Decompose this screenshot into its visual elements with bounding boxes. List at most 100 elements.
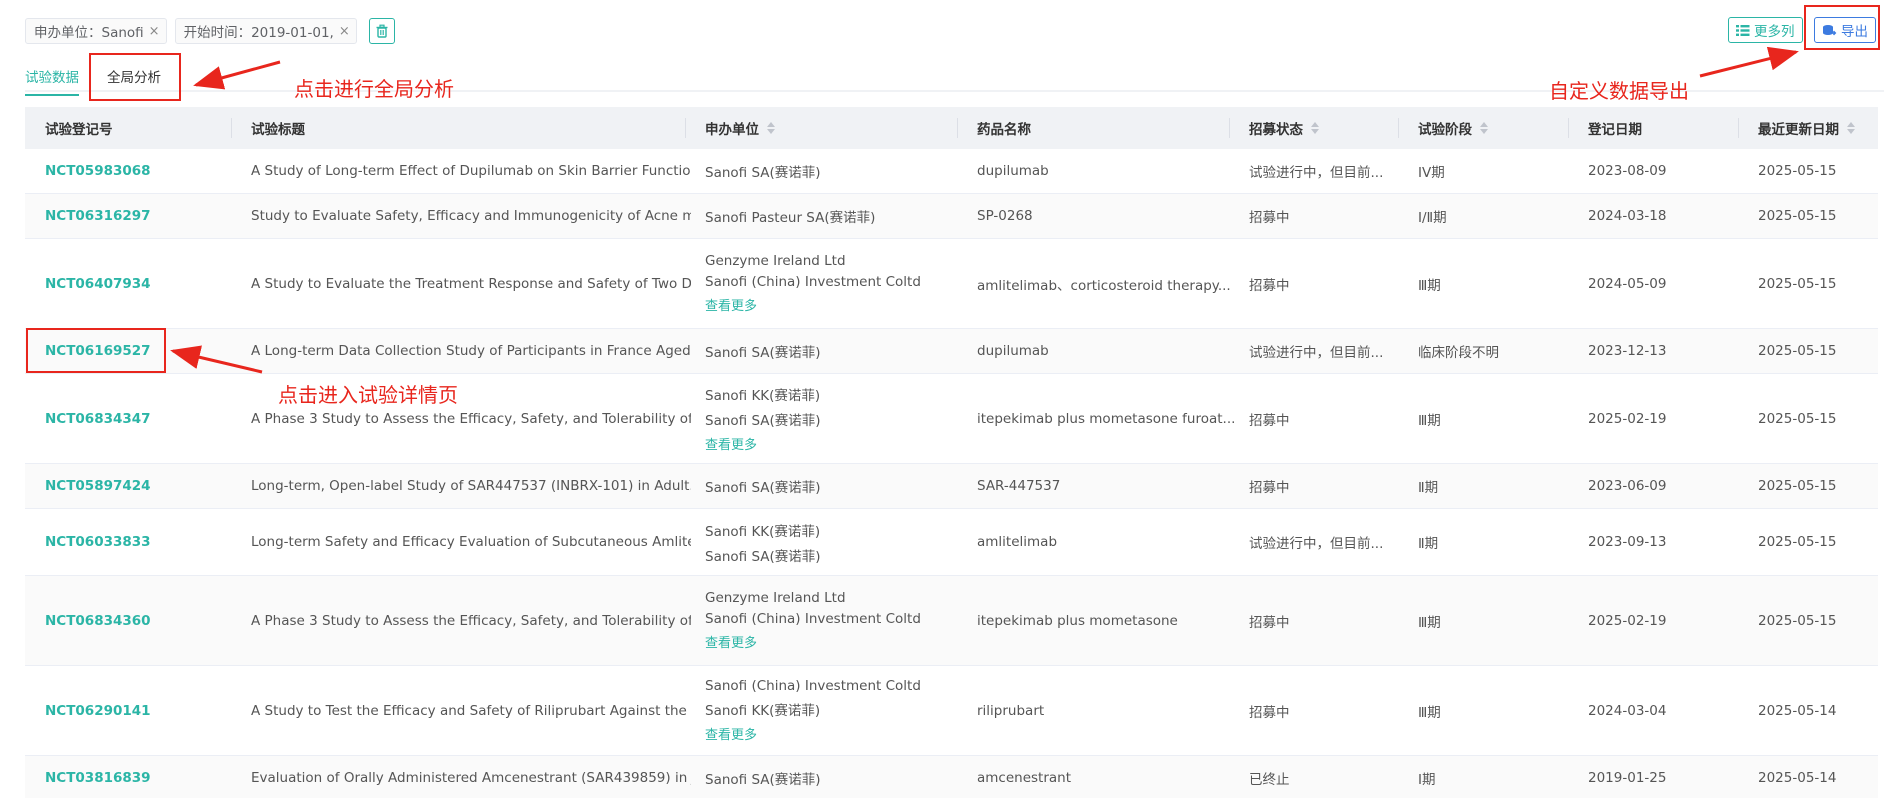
cell-trial-title: A Study to Test the Efficacy and Safety … bbox=[251, 702, 691, 719]
cell-trial-phase: Ⅱ期 bbox=[1418, 536, 1439, 552]
column-header-sponsor[interactable]: 申办单位 bbox=[705, 107, 775, 149]
column-header-update-date[interactable]: 最近更新日期 bbox=[1758, 107, 1855, 149]
sort-icon[interactable] bbox=[1480, 122, 1488, 134]
annotation-export: 自定义数据导出 bbox=[1549, 79, 1689, 103]
cell-trial-phase: Ⅲ期 bbox=[1418, 277, 1441, 294]
sponsor-name: Sanofi SA(赛诺菲) bbox=[705, 345, 821, 361]
column-separator bbox=[1568, 118, 1569, 138]
cell-trial-id[interactable]: NCT06033833 bbox=[45, 509, 205, 575]
cell-update-date: 2025-05-14 bbox=[1758, 702, 1837, 719]
cell-recruit-status: 招募中 bbox=[1249, 614, 1290, 631]
cell-reg-date: 2025-02-19 bbox=[1588, 410, 1667, 427]
column-header-trial-title: 试验标题 bbox=[251, 107, 305, 149]
view-more-link[interactable]: 查看更多 bbox=[705, 295, 757, 314]
view-more-link[interactable]: 查看更多 bbox=[705, 724, 757, 743]
column-separator bbox=[685, 118, 686, 138]
cell-update-date: 2025-05-15 bbox=[1758, 163, 1837, 179]
cell-trial-id[interactable]: NCT06316297 bbox=[45, 194, 205, 238]
cell-sponsor: Sanofi SA(赛诺菲) bbox=[705, 756, 965, 798]
table-row[interactable]: NCT06834360 A Phase 3 Study to Assess the… bbox=[25, 576, 1878, 666]
view-more-link[interactable]: 查看更多 bbox=[705, 434, 757, 453]
column-header-trial-phase[interactable]: 试验阶段 bbox=[1418, 107, 1488, 149]
tab-trial-data[interactable]: 试验数据 bbox=[25, 66, 79, 96]
column-separator bbox=[1398, 118, 1399, 138]
sponsor-name: Sanofi KK(赛诺菲) bbox=[705, 703, 821, 719]
cell-trial-id[interactable]: NCT06834360 bbox=[45, 576, 205, 665]
filter-chip-label: 申办单位：Sanofi bbox=[34, 25, 144, 41]
sort-icon[interactable] bbox=[1311, 122, 1319, 134]
cell-update-date: 2025-05-15 bbox=[1758, 478, 1837, 494]
column-header-label: 登记日期 bbox=[1588, 122, 1642, 138]
table-row[interactable]: NCT06169527 A Long-term Data Collection S… bbox=[25, 329, 1878, 374]
cell-drug-name: amlitelimab bbox=[977, 534, 1058, 550]
close-icon[interactable]: × bbox=[149, 24, 160, 39]
cell-trial-phase: Ⅲ期 bbox=[1418, 412, 1441, 429]
cell-drug-name: itepekimab plus mometasone furoat... bbox=[977, 410, 1236, 427]
filter-chip-sponsor[interactable]: 申办单位：Sanofi × bbox=[25, 18, 167, 44]
sponsor-name: Sanofi SA(赛诺菲) bbox=[705, 165, 821, 181]
cell-update-date: 2025-05-15 bbox=[1758, 343, 1837, 359]
close-icon[interactable]: × bbox=[339, 24, 350, 39]
cell-trial-phase: Ⅰ/Ⅱ期 bbox=[1418, 210, 1447, 226]
cell-reg-date: 2023-08-09 bbox=[1588, 163, 1667, 179]
view-more-link[interactable]: 查看更多 bbox=[705, 632, 757, 651]
sponsor-name: Sanofi KK(赛诺菲) bbox=[705, 388, 821, 404]
cell-sponsor: Genzyme Ireland Ltd Sanofi (China) Invest… bbox=[705, 239, 965, 328]
export-label: 导出 bbox=[1841, 24, 1868, 40]
sponsor-name: Sanofi (China) Investment Coltd bbox=[705, 611, 921, 627]
cell-trial-phase: Ⅰ期 bbox=[1418, 772, 1436, 788]
cell-trial-id[interactable]: NCT06834347 bbox=[45, 374, 205, 463]
cell-drug-name: riliprubart bbox=[977, 702, 1045, 719]
cell-trial-title: A Study of Long-term Effect of Dupilumab… bbox=[251, 163, 691, 179]
cell-sponsor: Sanofi KK(赛诺菲) Sanofi SA(赛诺菲) 查看更多 bbox=[705, 374, 965, 463]
table-row[interactable]: NCT05897424 Long-term, Open-label Study o… bbox=[25, 464, 1878, 509]
cell-trial-id[interactable]: NCT03816839 bbox=[45, 756, 205, 798]
cell-reg-date: 2023-12-13 bbox=[1588, 343, 1667, 359]
cell-reg-date: 2024-03-18 bbox=[1588, 208, 1667, 224]
cell-recruit-status: 招募中 bbox=[1249, 704, 1290, 721]
cell-sponsor: Genzyme Ireland Ltd Sanofi (China) Invest… bbox=[705, 576, 965, 665]
sort-icon[interactable] bbox=[767, 122, 775, 134]
cell-sponsor: Sanofi SA(赛诺菲) bbox=[705, 149, 965, 193]
cell-trial-title: Evaluation of Orally Administered Amcene… bbox=[251, 770, 691, 786]
cell-trial-phase: 临床阶段不明 bbox=[1418, 345, 1499, 361]
annotation-trial-detail: 点击进入试验详情页 bbox=[278, 383, 458, 407]
cell-trial-id[interactable]: NCT06407934 bbox=[45, 239, 205, 328]
column-header-recruit-status[interactable]: 招募状态 bbox=[1249, 107, 1319, 149]
export-button[interactable]: 导出 bbox=[1814, 17, 1876, 43]
sort-icon[interactable] bbox=[1847, 122, 1855, 134]
cell-drug-name: SP-0268 bbox=[977, 208, 1033, 224]
app-root: { "filters": [ {"label": "申办单位：Sanofi"},… bbox=[0, 0, 1884, 798]
cell-update-date: 2025-05-15 bbox=[1758, 612, 1837, 629]
column-header-drug-name: 药品名称 bbox=[977, 107, 1031, 149]
sponsor-name: Sanofi SA(赛诺菲) bbox=[705, 548, 821, 565]
cell-recruit-status: 招募中 bbox=[1249, 412, 1290, 429]
cell-drug-name: amcenestrant bbox=[977, 770, 1072, 786]
cell-reg-date: 2024-05-09 bbox=[1588, 275, 1667, 292]
cell-drug-name: dupilumab bbox=[977, 343, 1049, 359]
cell-trial-id[interactable]: NCT05897424 bbox=[45, 464, 205, 508]
cell-update-date: 2025-05-15 bbox=[1758, 410, 1837, 427]
more-columns-button[interactable]: 更多列 bbox=[1728, 17, 1803, 43]
cell-recruit-status: 招募中 bbox=[1249, 480, 1290, 496]
cell-reg-date: 2024-03-04 bbox=[1588, 702, 1667, 719]
cell-reg-date: 2023-09-13 bbox=[1588, 534, 1667, 550]
column-separator bbox=[1229, 118, 1230, 138]
table-row[interactable]: NCT06290141 A Study to Test the Efficacy … bbox=[25, 666, 1878, 756]
table-row[interactable]: NCT06407934 A Study to Evaluate the Treat… bbox=[25, 239, 1878, 329]
cell-trial-id[interactable]: NCT06290141 bbox=[45, 666, 205, 755]
tab-global-analysis[interactable]: 全局分析 bbox=[107, 66, 161, 86]
table-row[interactable]: NCT03816839 Evaluation of Orally Administ… bbox=[25, 756, 1878, 798]
sponsor-name: Sanofi KK(赛诺菲) bbox=[705, 523, 821, 540]
column-header-label: 试验标题 bbox=[251, 122, 305, 138]
cell-trial-id[interactable]: NCT06169527 bbox=[45, 329, 205, 373]
cell-trial-title: A Study to Evaluate the Treatment Respon… bbox=[251, 275, 691, 292]
table-row[interactable]: NCT05983068 A Study of Long-term Effect o… bbox=[25, 149, 1878, 194]
filter-chip-start-date[interactable]: 开始时间：2019-01-01, × bbox=[174, 18, 357, 44]
trial-table: 试验登记号 试验标题 申办单位 药品名称 招募状态 试验阶段 登记日期 最近更新日期 NCT0… bbox=[25, 107, 1878, 798]
table-row[interactable]: NCT06033833 Long-term Safety and Efficacy… bbox=[25, 509, 1878, 576]
table-row[interactable]: NCT06316297 Study to Evaluate Safety, Eff… bbox=[25, 194, 1878, 239]
cell-trial-id[interactable]: NCT05983068 bbox=[45, 149, 205, 193]
cell-sponsor: Sanofi (China) Investment Coltd Sanofi KK… bbox=[705, 666, 965, 755]
clear-filters-button[interactable] bbox=[368, 18, 395, 44]
